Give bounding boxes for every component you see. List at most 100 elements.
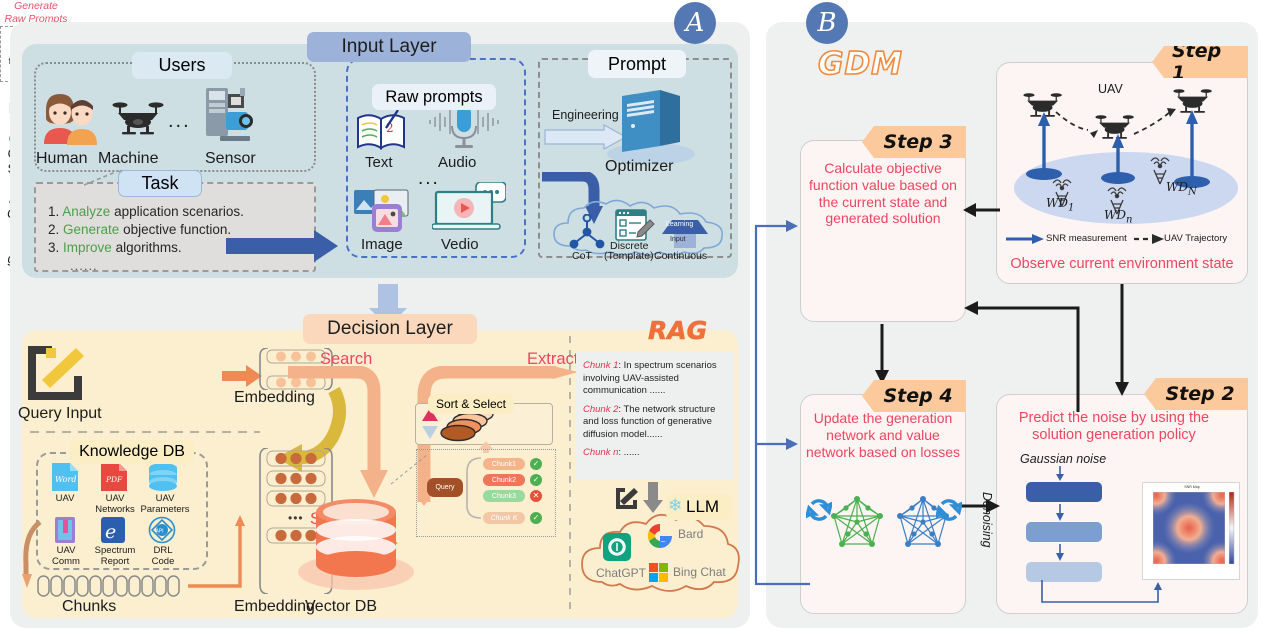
retrieved-chunk-1-title: Chunk 1 bbox=[583, 360, 619, 371]
step-3-tag: Step 3 bbox=[862, 126, 966, 158]
media-label-audio: Audio bbox=[438, 154, 477, 171]
kb-l5b: Code bbox=[151, 555, 175, 567]
optimizer-label: Optimizer bbox=[605, 158, 674, 175]
diagram-root: A B Input Layer Users ... Human Machine … bbox=[0, 0, 1266, 636]
similarity-mark-2: ✓ bbox=[530, 474, 542, 486]
task-title: Task bbox=[118, 170, 202, 197]
legend-snr-arrow bbox=[1006, 234, 1044, 244]
pdf-doc-icon: PDF bbox=[101, 463, 127, 491]
input-layer-title: Input Layer bbox=[307, 32, 471, 62]
query-input-icon bbox=[28, 346, 84, 400]
user-label-human: Human bbox=[36, 150, 88, 167]
task-rest-3: algorithms. bbox=[115, 240, 182, 255]
step-3-description: Calculate objective function value based… bbox=[809, 160, 957, 227]
wd1-base: WD bbox=[1046, 196, 1068, 210]
continuous-label: Continuous bbox=[654, 250, 708, 262]
legend-trajectory-arrow bbox=[1134, 234, 1164, 244]
trapezoid-bottom-label: Input bbox=[670, 236, 686, 243]
heatmap-title: SNR Map bbox=[1184, 485, 1200, 489]
wd-N-label: WDN bbox=[1166, 180, 1197, 197]
extract-label: Extract bbox=[527, 350, 579, 368]
task-rest-2: objective function. bbox=[123, 222, 232, 237]
generate-raw-line1: Generate bbox=[14, 0, 58, 12]
llm-name-bard: Bard bbox=[678, 527, 704, 541]
task-verb-2: Generate bbox=[63, 222, 120, 237]
retrieved-chunk-3-title: Chunk n bbox=[583, 447, 619, 459]
kb-l2b: Parameters bbox=[140, 503, 190, 515]
trapezoid-top-label: Learning bbox=[666, 221, 694, 228]
similarity-chunk-k: Chunk K bbox=[483, 512, 525, 524]
step-4-tag: Step 4 bbox=[862, 380, 966, 412]
sensor-camera-icon bbox=[206, 88, 253, 141]
svg-text:Word: Word bbox=[55, 475, 76, 484]
solution-generation-loop bbox=[1041, 580, 1162, 603]
media-label-vedio: Vedio bbox=[441, 236, 479, 253]
step1-to-step2-arrow bbox=[1115, 284, 1129, 396]
users-title: Users bbox=[132, 52, 232, 79]
user-label-machine: Machine bbox=[98, 150, 159, 167]
google-g-icon bbox=[647, 523, 672, 549]
noise-to-block-arrow bbox=[1056, 466, 1064, 481]
wdN-sub: N bbox=[1187, 186, 1197, 198]
kb-label-drl-code: DRL Code bbox=[146, 545, 180, 568]
legend-trajectory-label: UAV Trajectory bbox=[1164, 233, 1228, 244]
people-icon bbox=[44, 94, 97, 145]
wd-1-label: WD1 bbox=[1046, 196, 1074, 213]
embedding-bottom-label: Embedding bbox=[234, 598, 315, 615]
browser-e-icon: e bbox=[101, 517, 125, 543]
similarity-chunk-3: Chunk3 bbox=[483, 490, 525, 502]
kb-l4a: Spectrum bbox=[94, 545, 136, 556]
retrieved-chunk-2-title: Chunk 2 bbox=[583, 403, 619, 415]
step2-to-step3-arrow bbox=[964, 301, 1080, 412]
vector-db-label: Vector DB bbox=[305, 598, 378, 615]
llm-to-gdm-feedback-arrow bbox=[754, 220, 810, 586]
discrete-sub-label: (Template) bbox=[604, 250, 654, 262]
snowflake-icon: ❄ bbox=[668, 496, 683, 515]
step-4-description: Update the generation network and value … bbox=[805, 410, 961, 460]
query-input-label: Query Input bbox=[18, 405, 102, 422]
database-icon bbox=[149, 463, 177, 491]
wd1-sub: 1 bbox=[1067, 202, 1075, 214]
task-num-3: 3. bbox=[48, 240, 60, 255]
snr-heatmap: SNR Map bbox=[1142, 482, 1240, 580]
denoise-arrow-1 bbox=[1056, 504, 1064, 521]
kb-l3a: UAV bbox=[56, 545, 76, 556]
task-item-2: 2. Generate objective function. bbox=[48, 222, 231, 237]
wdn-sub: n bbox=[1125, 214, 1133, 226]
denoise-arrow-2 bbox=[1056, 544, 1064, 561]
similarity-query-chip: Query bbox=[427, 478, 463, 497]
rag-title: RAG bbox=[648, 316, 708, 346]
llm-label: LLM bbox=[686, 497, 720, 516]
kb-to-chunks-arrow bbox=[22, 520, 42, 588]
search-label: Search bbox=[320, 350, 373, 368]
microphone-icon bbox=[429, 106, 499, 148]
svg-text:API: API bbox=[156, 529, 164, 535]
retrieved-chunk-1: Chunk 1: In spectrum scenarios involving… bbox=[583, 360, 727, 398]
wdn-base: WD bbox=[1104, 208, 1126, 222]
llm-name-chatgpt: ChatGPT bbox=[596, 566, 647, 580]
similarity-chunk-1: Chunk1 bbox=[483, 458, 525, 470]
task-num-2: 2. bbox=[48, 222, 60, 237]
raw-prompts-title: Raw prompts bbox=[372, 84, 496, 110]
kb-l1a: UAV bbox=[105, 493, 125, 504]
book-icon bbox=[55, 517, 75, 543]
kb-l1b: Networks bbox=[95, 503, 135, 515]
openai-icon bbox=[603, 533, 631, 561]
task-verb-3: Improve bbox=[63, 240, 112, 255]
task-num-1: 1. bbox=[48, 204, 60, 219]
media-label-text: Text bbox=[365, 154, 393, 171]
retrieved-chunk-3: Chunk n: ...... bbox=[583, 447, 727, 460]
value-network-graph bbox=[831, 496, 883, 547]
step-1-uav-scene bbox=[1014, 89, 1238, 224]
media-label-image: Image bbox=[361, 236, 403, 253]
gaussian-noise-label: Gaussian noise bbox=[1020, 452, 1107, 466]
word-doc-icon: Word bbox=[52, 463, 78, 491]
refresh-icon-right bbox=[936, 499, 962, 521]
knowledge-db-title: Knowledge DB bbox=[70, 440, 194, 464]
chunks-to-embedding-arrow bbox=[188, 515, 245, 588]
heatmap-canvas bbox=[1153, 492, 1225, 564]
legend-snr-label: SNR measurement bbox=[1046, 233, 1127, 244]
kb-label-uav: UAV bbox=[55, 493, 75, 504]
panel-b-badge: B bbox=[806, 2, 848, 44]
similarity-chunk-2: Chunk2 bbox=[483, 474, 525, 486]
